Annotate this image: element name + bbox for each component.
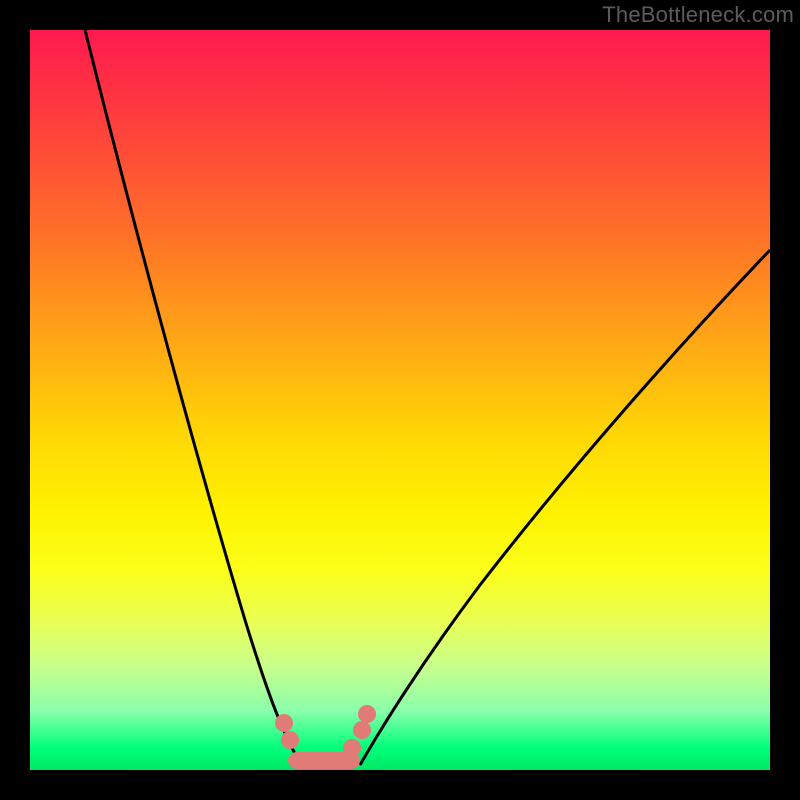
right-curve (360, 250, 770, 765)
plot-area (30, 30, 770, 770)
chart-frame: TheBottleneck.com (0, 0, 800, 800)
curve-layer (30, 30, 770, 770)
valley-blob (275, 705, 376, 769)
left-curve (85, 30, 302, 765)
watermark-text: TheBottleneck.com (602, 2, 794, 28)
